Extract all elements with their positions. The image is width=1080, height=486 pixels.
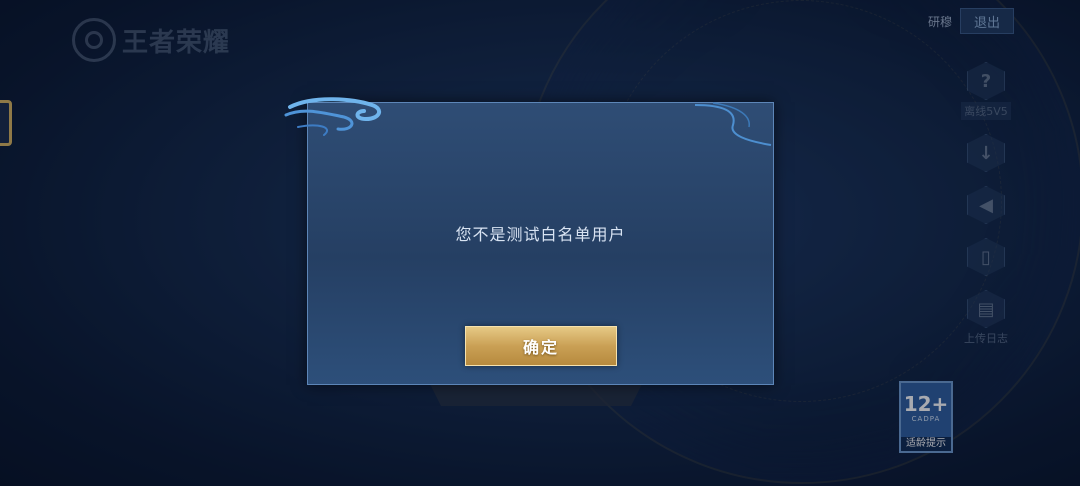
confirm-button[interactable]: 确定 bbox=[465, 326, 617, 366]
cloud-swirl-decoration bbox=[284, 97, 382, 136]
alert-dialog: 您不是测试白名单用户 确定 bbox=[284, 97, 774, 385]
dialog-message: 您不是测试白名单用户 bbox=[455, 225, 626, 244]
corner-swirl-decoration bbox=[694, 102, 772, 146]
